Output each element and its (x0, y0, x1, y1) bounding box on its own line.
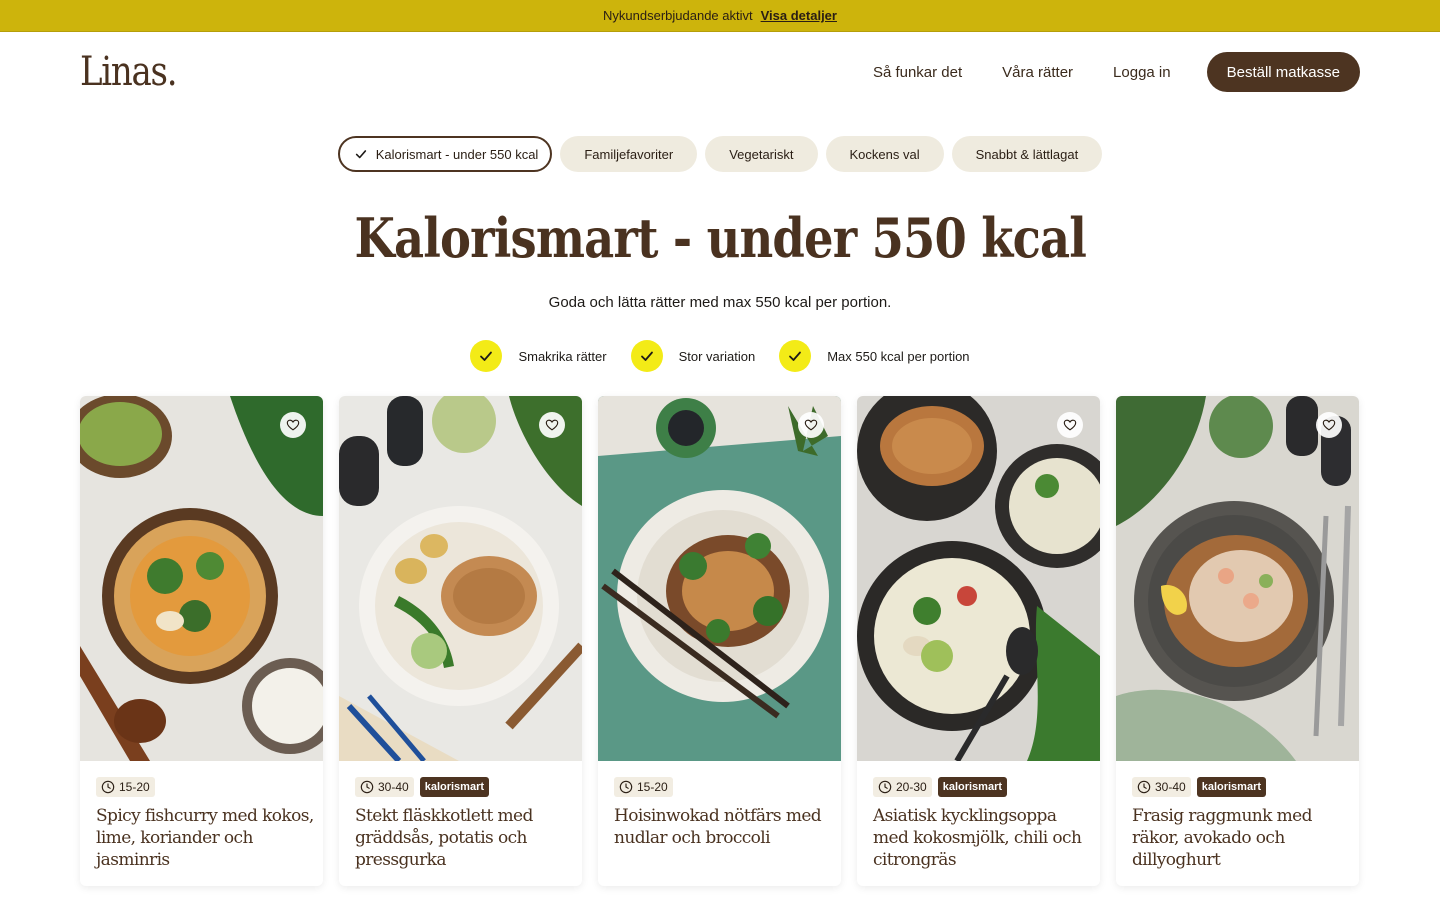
category-filters: Kalorismart - under 550 kcal Familjefavo… (0, 136, 1440, 172)
chip-family-favorites[interactable]: Familjefavoriter (560, 136, 698, 172)
usp-item: Stor variation (630, 340, 756, 372)
nav-our-dishes[interactable]: Våra rätter (1002, 64, 1073, 81)
recipe-title[interactable]: Asiatisk kycklingsoppa med kokosmjölk, c… (873, 805, 1093, 871)
check-circle-icon (779, 340, 812, 372)
promo-text: Nykundserbjudande aktivt (603, 8, 753, 23)
chip-label: Kockens val (849, 146, 920, 162)
favorite-button[interactable] (1057, 412, 1083, 438)
favorite-button[interactable] (1316, 412, 1342, 438)
chip-calorie-smart[interactable]: Kalorismart - under 550 kcal (337, 136, 553, 172)
calorie-smart-badge: kalorismart (937, 777, 1008, 797)
heart-icon (1063, 419, 1077, 431)
nav-how-it-works[interactable]: Så funkar det (873, 64, 962, 81)
usp-label: Smakrika rätter (518, 348, 607, 364)
recipe-card[interactable]: 15-20 Hoisinwokad nötfärs med nudlar och… (598, 396, 841, 886)
usp-label: Max 550 kcal per portion (827, 348, 970, 364)
cook-time: 20-30 (873, 777, 932, 797)
recipe-card[interactable]: 20-30 kalorismart Asiatisk kycklingsoppa… (857, 396, 1100, 886)
heart-icon (1322, 419, 1336, 431)
cook-time-value: 15-20 (637, 780, 668, 794)
chicken-soup-photo (857, 396, 1100, 761)
promo-details-link[interactable]: Visa detaljer (761, 8, 837, 23)
check-icon (355, 150, 366, 159)
recipe-meta: 30-40 kalorismart (355, 777, 490, 797)
raggmunk-photo (1116, 396, 1359, 761)
fish-curry-photo (80, 396, 323, 761)
favorite-button[interactable] (798, 412, 824, 438)
nav-login[interactable]: Logga in (1113, 64, 1171, 81)
chip-vegetarian[interactable]: Vegetariskt (705, 136, 818, 172)
recipe-title[interactable]: Frasig raggmunk med räkor, avokado och d… (1132, 805, 1352, 871)
chip-quick-easy[interactable]: Snabbt & lättlagat (951, 136, 1103, 172)
favorite-button[interactable] (539, 412, 565, 438)
recipe-grid: 15-20 Spicy fishcurry med kokos, lime, k… (80, 396, 1360, 886)
recipe-title[interactable]: Hoisinwokad nötfärs med nudlar och brocc… (614, 805, 834, 849)
recipe-card[interactable]: 30-40 kalorismart Frasig raggmunk med rä… (1116, 396, 1359, 886)
usp-list: Smakrika rätter Stor variation Max 550 k… (0, 340, 1440, 372)
main-nav: Så funkar det Våra rätter Logga in Bestä… (873, 52, 1360, 92)
recipe-meta: 15-20 (96, 777, 155, 797)
page-title: Kalorismart - under 550 kcal (354, 206, 1086, 270)
page-subtitle: Goda och lätta rätter med max 550 kcal p… (548, 294, 892, 311)
cook-time: 15-20 (614, 777, 673, 797)
cook-time-value: 15-20 (119, 780, 150, 794)
logo[interactable]: Linas. (80, 52, 178, 92)
cook-time: 15-20 (96, 777, 155, 797)
recipe-card[interactable]: 30-40 kalorismart Stekt fläskkotlett med… (339, 396, 582, 886)
clock-icon (878, 780, 892, 794)
clock-icon (101, 780, 115, 794)
calorie-smart-badge: kalorismart (419, 777, 490, 797)
clock-icon (619, 780, 633, 794)
cook-time: 30-40 (1132, 777, 1191, 797)
clock-icon (360, 780, 374, 794)
chip-chefs-choice[interactable]: Kockens val (825, 136, 944, 172)
recipe-title[interactable]: Spicy fishcurry med kokos, lime, koriand… (96, 805, 316, 871)
recipe-title[interactable]: Stekt fläskkotlett med gräddsås, potatis… (355, 805, 575, 871)
chip-label: Familjefavoriter (584, 146, 674, 162)
site-header: Linas. Så funkar det Våra rätter Logga i… (80, 52, 1360, 92)
chip-label: Kalorismart - under 550 kcal (375, 146, 539, 162)
heart-icon (286, 419, 300, 431)
check-circle-icon (630, 340, 663, 372)
cook-time-value: 30-40 (1155, 780, 1186, 794)
promo-banner: Nykundserbjudande aktivt Visa detaljer (0, 0, 1440, 32)
calorie-smart-badge: kalorismart (1196, 777, 1267, 797)
recipe-meta: 15-20 (614, 777, 673, 797)
chip-label: Snabbt & lättlagat (975, 146, 1079, 162)
usp-label: Stor variation (678, 348, 756, 364)
usp-item: Max 550 kcal per portion (779, 340, 970, 372)
cook-time-value: 20-30 (896, 780, 927, 794)
favorite-button[interactable] (280, 412, 306, 438)
recipe-card[interactable]: 15-20 Spicy fishcurry med kokos, lime, k… (80, 396, 323, 886)
recipe-meta: 30-40 kalorismart (1132, 777, 1267, 797)
heart-icon (804, 419, 818, 431)
recipe-meta: 20-30 kalorismart (873, 777, 1008, 797)
pork-chop-photo (339, 396, 582, 761)
order-button[interactable]: Beställ matkasse (1206, 52, 1360, 92)
check-circle-icon (470, 340, 503, 372)
chip-label: Vegetariskt (729, 146, 794, 162)
usp-item: Smakrika rätter (470, 340, 607, 372)
heart-icon (545, 419, 559, 431)
clock-icon (1137, 780, 1151, 794)
hoisin-wok-photo (598, 396, 841, 761)
cook-time: 30-40 (355, 777, 414, 797)
cook-time-value: 30-40 (378, 780, 409, 794)
